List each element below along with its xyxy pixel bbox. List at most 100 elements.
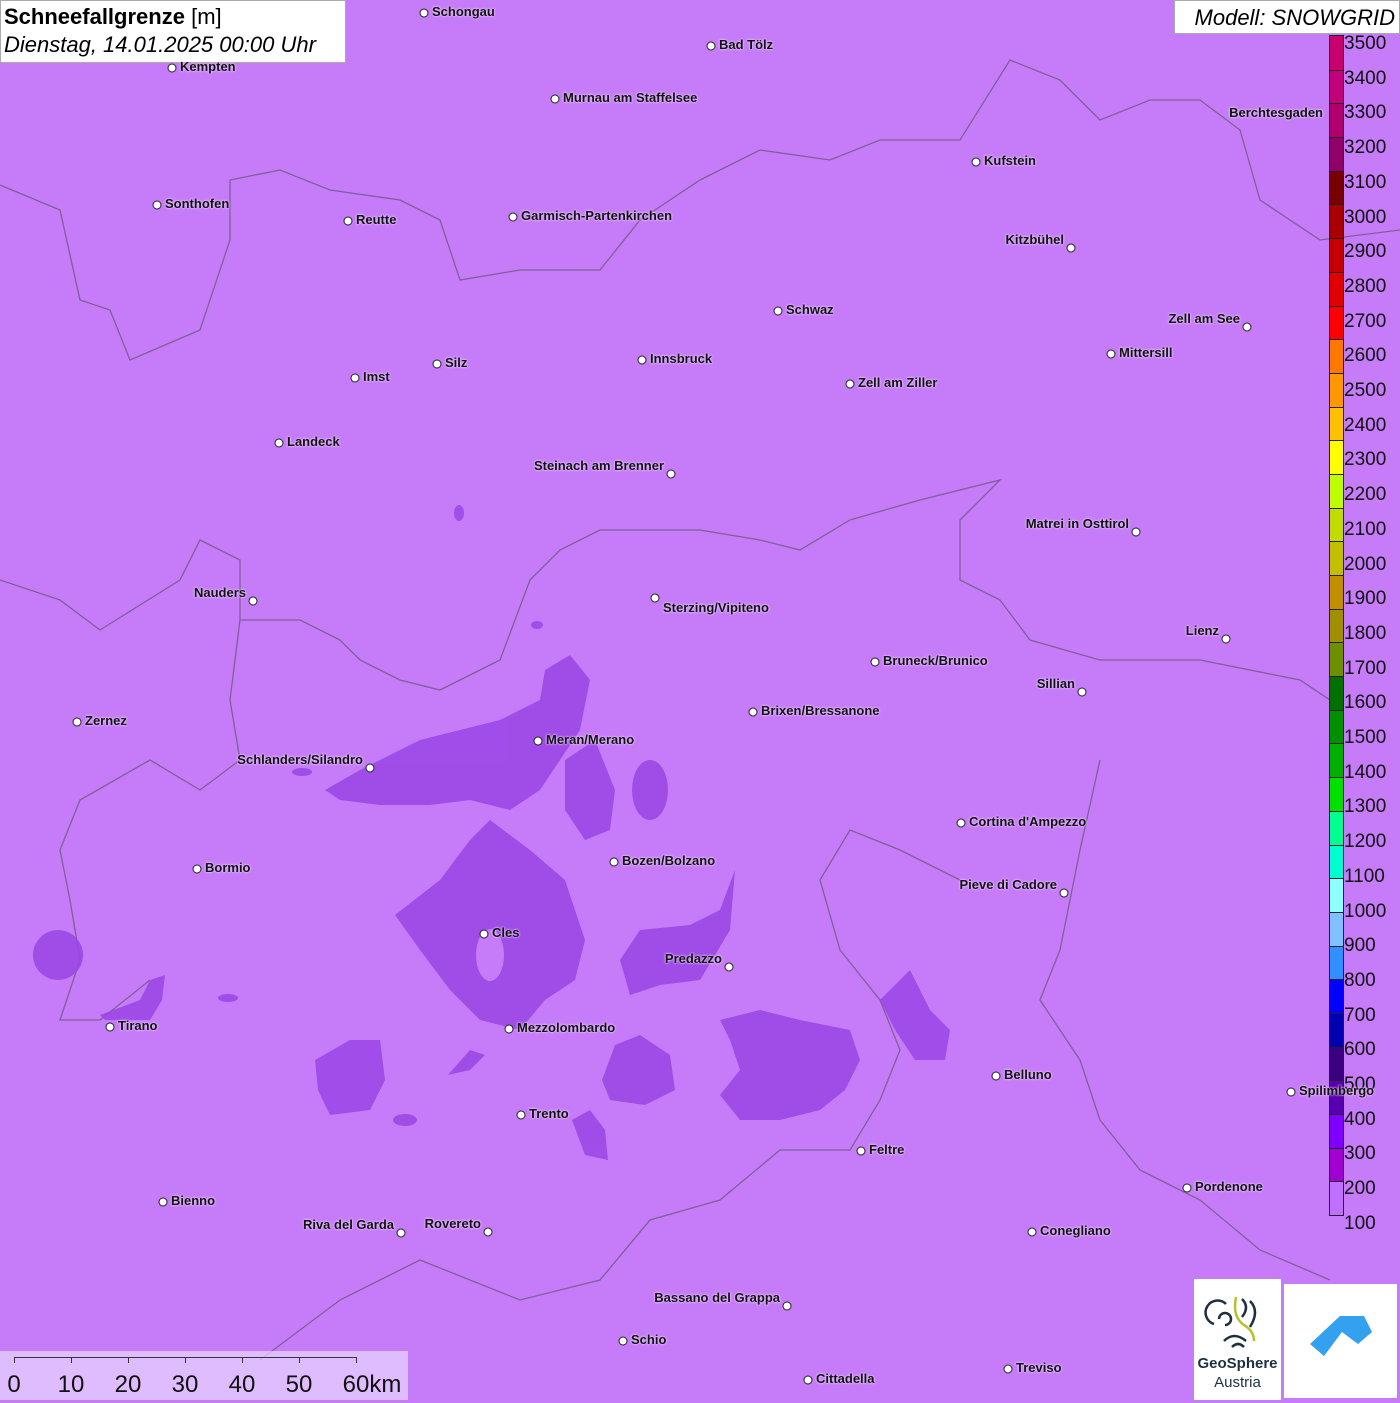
city-label: Predazzo [664, 951, 722, 966]
legend-swatch [1330, 810, 1343, 845]
legend-swatch [1330, 103, 1343, 138]
city-marker[interactable] [803, 1375, 813, 1385]
legend-swatch [1330, 170, 1343, 205]
city-label: Spilimbergo [1299, 1083, 1375, 1098]
city-marker[interactable] [650, 593, 660, 603]
city-label: Berchtesgaden [1229, 105, 1323, 120]
city-marker[interactable] [1131, 527, 1141, 537]
city-marker[interactable] [504, 1024, 514, 1034]
legend-swatch [1330, 709, 1343, 744]
legend-swatch [1330, 777, 1343, 811]
city-marker[interactable] [365, 763, 375, 773]
city-marker[interactable] [274, 438, 284, 448]
scale-tick [14, 1357, 15, 1363]
city-marker[interactable] [1077, 687, 1087, 697]
city-marker[interactable] [248, 596, 258, 606]
city-marker[interactable] [192, 864, 202, 874]
legend-swatch [1330, 1046, 1343, 1081]
legend-label: 200 [1344, 1178, 1376, 1200]
city-marker[interactable] [1221, 634, 1231, 644]
city-marker[interactable] [618, 1336, 628, 1346]
city-label: Bassano del Grappa [654, 1290, 780, 1305]
legend-swatch [1330, 204, 1343, 239]
city-marker[interactable] [479, 929, 489, 939]
city-marker[interactable] [870, 657, 880, 667]
city-marker[interactable] [956, 818, 966, 828]
city-marker[interactable] [782, 1301, 792, 1311]
city-marker[interactable] [773, 306, 783, 316]
legend-swatch [1330, 541, 1343, 575]
city-label: Kufstein [984, 153, 1036, 168]
partner-logo[interactable] [1284, 1284, 1397, 1398]
city-label: Treviso [1016, 1360, 1062, 1375]
city-marker[interactable] [105, 1022, 115, 1032]
city-label: Rovereto [424, 1216, 481, 1231]
city-label: Garmisch-Partenkirchen [521, 208, 673, 223]
city-label: Mezzolombardo [517, 1020, 616, 1035]
legend-label: 1600 [1344, 692, 1387, 714]
scale-label: 0 [7, 1371, 21, 1398]
city-marker[interactable] [1242, 322, 1252, 332]
geosphere-austria-logo[interactable]: GeoSphere Austria [1194, 1279, 1281, 1400]
city-marker[interactable] [72, 717, 82, 727]
city-label: Zernez [85, 713, 127, 728]
city-marker[interactable] [1286, 1087, 1296, 1097]
city-label: Matrei in Osttirol [1025, 516, 1129, 531]
legend-swatch [1330, 406, 1343, 441]
city-label: Cortina d'Ampezzo [969, 814, 1087, 829]
city-marker[interactable] [1182, 1183, 1192, 1193]
city-marker[interactable] [1059, 888, 1069, 898]
legend-swatch [1330, 36, 1343, 70]
city-marker[interactable] [637, 355, 647, 365]
city-marker[interactable] [666, 469, 676, 479]
scale-label: 20 [114, 1371, 142, 1398]
city-marker[interactable] [158, 1197, 168, 1207]
legend-label: 800 [1344, 969, 1376, 991]
legend-swatch [1330, 69, 1343, 104]
city-label: Silz [445, 355, 468, 370]
city-marker[interactable] [748, 707, 758, 717]
city-marker[interactable] [533, 736, 543, 746]
city-marker[interactable] [724, 962, 734, 972]
city-marker[interactable] [1106, 349, 1116, 359]
city-label: Reutte [356, 212, 397, 227]
city-marker[interactable] [706, 41, 716, 51]
legend-label: 1300 [1344, 796, 1387, 818]
city-marker[interactable] [152, 200, 162, 210]
scale-bar: 0 10 20 30 40 50 60km [0, 1351, 408, 1400]
city-marker[interactable] [1027, 1227, 1037, 1237]
city-marker[interactable] [350, 373, 360, 383]
scale-label: 40 [228, 1371, 256, 1398]
city-marker[interactable] [991, 1071, 1001, 1081]
city-marker[interactable] [508, 212, 518, 222]
city-marker[interactable] [516, 1110, 526, 1120]
legend-label: 3000 [1344, 206, 1387, 228]
city-label: Schwaz [786, 302, 834, 317]
city-marker[interactable] [1003, 1364, 1013, 1374]
city-label: Lienz [1185, 623, 1219, 638]
map-title: Schneefallgrenze [m] Dienstag, 14.01.202… [0, 0, 346, 63]
city-marker[interactable] [419, 8, 429, 18]
city-marker[interactable] [432, 359, 442, 369]
city-marker[interactable] [483, 1227, 493, 1237]
city-label: Imst [363, 369, 390, 384]
legend-label: 1700 [1344, 657, 1387, 679]
city-marker[interactable] [396, 1228, 406, 1238]
legend-swatch [1330, 137, 1343, 171]
legend-label: 1500 [1344, 727, 1387, 748]
snowline-areas [33, 505, 950, 1160]
city-marker[interactable] [343, 216, 353, 226]
legend-swatch [1330, 945, 1343, 980]
legend-swatch [1330, 1181, 1343, 1216]
city-marker[interactable] [971, 157, 981, 167]
city-marker[interactable] [1066, 243, 1076, 253]
city-marker[interactable] [845, 379, 855, 389]
city-marker[interactable] [609, 857, 619, 867]
legend-label: 1100 [1344, 865, 1385, 887]
legend-label: 2100 [1344, 518, 1387, 540]
city-marker[interactable] [167, 63, 177, 73]
legend-swatch [1330, 1012, 1343, 1047]
city-marker[interactable] [856, 1146, 866, 1156]
city-marker[interactable] [550, 94, 560, 104]
city-label: Conegliano [1040, 1223, 1111, 1238]
